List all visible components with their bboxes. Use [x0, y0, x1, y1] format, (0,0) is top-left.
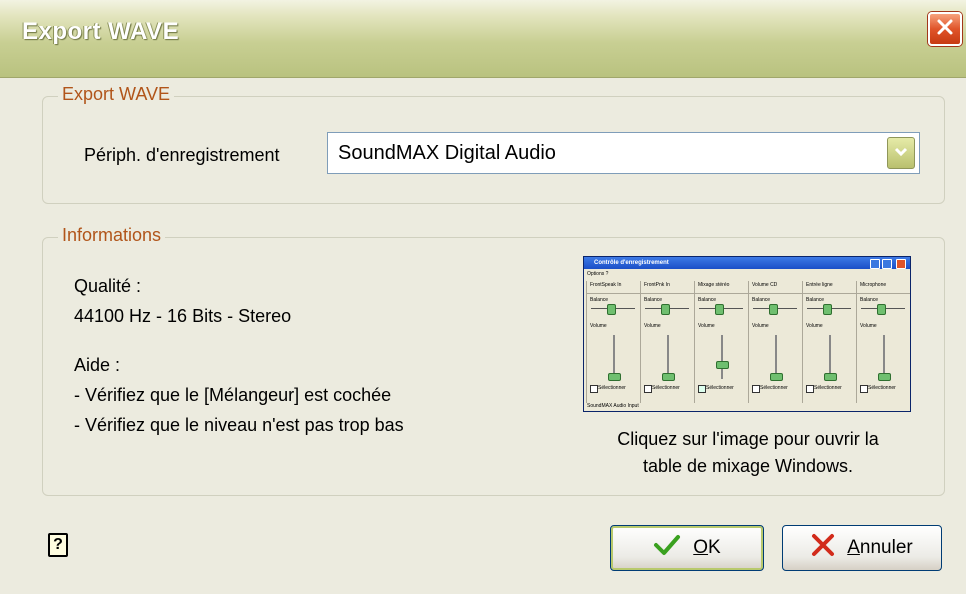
export-wave-dialog: Export WAVE Export WAVE Périph. d'enregi…: [0, 0, 966, 594]
balance-label: Balance: [644, 297, 663, 303]
mixer-column: Mixage stéréo Balance Volume Sélectionne…: [694, 281, 748, 403]
mixer-column-name: Microphone: [860, 282, 887, 288]
select-checkbox: [806, 385, 814, 393]
balance-label: Balance: [698, 297, 717, 303]
select-checkbox: [860, 385, 868, 393]
column-divider: [857, 293, 910, 294]
title-bar[interactable]: Export WAVE: [0, 0, 966, 78]
mixer-column-name: Volume CD: [752, 282, 778, 288]
volume-knob: [824, 373, 837, 381]
help-line-1: - Vérifiez que le [Mélangeur] est cochée: [74, 385, 392, 405]
recording-device-label: Périph. d'enregistrement: [84, 145, 280, 165]
balance-knob: [877, 304, 886, 315]
volume-knob: [770, 373, 783, 381]
mixer-column-name: Entrée ligne: [806, 282, 833, 288]
mixer-column: FrontSpeak In Balance Volume Sélectionne…: [586, 281, 640, 403]
volume-label: Volume: [752, 323, 769, 329]
balance-knob: [607, 304, 616, 315]
volume-knob: [662, 373, 675, 381]
x-icon: [811, 533, 835, 563]
dropdown-button[interactable]: [887, 137, 915, 169]
select-label: Sélectionner: [652, 385, 680, 391]
caption-line-1: Cliquez sur l'image pour ouvrir la: [617, 429, 879, 449]
select-checkbox: [590, 385, 598, 393]
ok-button-label: OK: [693, 537, 721, 558]
window-title: Export WAVE: [22, 18, 180, 45]
volume-slider: [721, 335, 723, 379]
thumbnail-max-icon: [882, 259, 892, 269]
select-label: Sélectionner: [760, 385, 788, 391]
mixer-column: Entrée ligne Balance Volume Sélectionner: [802, 281, 856, 403]
mixer-column-name: FrontSpeak In: [590, 282, 622, 288]
column-divider: [803, 293, 856, 294]
thumbnail-caption: Cliquez sur l'image pour ouvrir la table…: [560, 426, 936, 480]
select-checkbox: [644, 385, 652, 393]
checkmark-icon: [653, 534, 681, 562]
help-line-2: - Vérifiez que le niveau n'est pas trop …: [74, 415, 404, 435]
info-group-legend: Informations: [58, 225, 166, 246]
caption-line-2: table de mixage Windows.: [642, 456, 854, 476]
select-label: Sélectionner: [598, 385, 626, 391]
select-label: Sélectionner: [868, 385, 896, 391]
recording-device-select[interactable]: SoundMAX Digital Audio: [327, 132, 920, 174]
thumbnail-min-icon: [870, 259, 880, 269]
thumbnail-status: SoundMAX Audio Input: [587, 403, 639, 409]
quality-value: 44100 Hz - 16 Bits - Stereo: [74, 306, 292, 326]
cancel-button-label: Annuler: [847, 537, 913, 558]
ok-button[interactable]: OK: [610, 525, 764, 571]
help-icon[interactable]: ?: [48, 533, 68, 557]
help-label: Aide :: [74, 355, 121, 375]
volume-label: Volume: [698, 323, 715, 329]
volume-label: Volume: [860, 323, 877, 329]
quality-label: Qualité :: [74, 276, 142, 296]
export-group-legend: Export WAVE: [58, 84, 175, 105]
mixer-thumbnail-image[interactable]: Contrôle d'enregistrement Options ? Fron…: [583, 256, 911, 412]
select-checkbox-checked: [698, 385, 706, 393]
select-label: Sélectionner: [814, 385, 842, 391]
mixer-column-name: Mixage stéréo: [698, 282, 730, 288]
recording-device-value: SoundMAX Digital Audio: [338, 142, 556, 164]
mixer-column: Volume CD Balance Volume Sélectionner: [748, 281, 802, 403]
balance-knob: [823, 304, 832, 315]
cancel-button[interactable]: Annuler: [782, 525, 942, 571]
balance-label: Balance: [590, 297, 609, 303]
volume-label: Volume: [590, 323, 607, 329]
mixer-column: FrontPnk In Balance Volume Sélectionner: [640, 281, 694, 403]
column-divider: [587, 293, 640, 294]
balance-knob: [769, 304, 778, 315]
volume-knob: [878, 373, 891, 381]
volume-label: Volume: [806, 323, 823, 329]
volume-knob: [716, 361, 729, 369]
chevron-down-icon: [894, 144, 908, 162]
balance-knob: [661, 304, 670, 315]
volume-knob: [608, 373, 621, 381]
close-icon: [935, 17, 955, 42]
mixer-column: Microphone Balance Volume Sélectionner: [856, 281, 910, 403]
balance-label: Balance: [806, 297, 825, 303]
thumbnail-menu: Options ?: [587, 271, 609, 277]
close-button[interactable]: [928, 12, 962, 46]
thumbnail-title: Contrôle d'enregistrement: [584, 257, 910, 269]
select-label: Sélectionner: [706, 385, 734, 391]
volume-label: Volume: [644, 323, 661, 329]
column-divider: [749, 293, 802, 294]
thumbnail-close-icon: [896, 259, 906, 269]
select-checkbox: [752, 385, 760, 393]
column-divider: [695, 293, 748, 294]
mixer-column-name: FrontPnk In: [644, 282, 670, 288]
balance-label: Balance: [860, 297, 879, 303]
column-divider: [641, 293, 694, 294]
balance-knob: [715, 304, 724, 315]
balance-label: Balance: [752, 297, 771, 303]
